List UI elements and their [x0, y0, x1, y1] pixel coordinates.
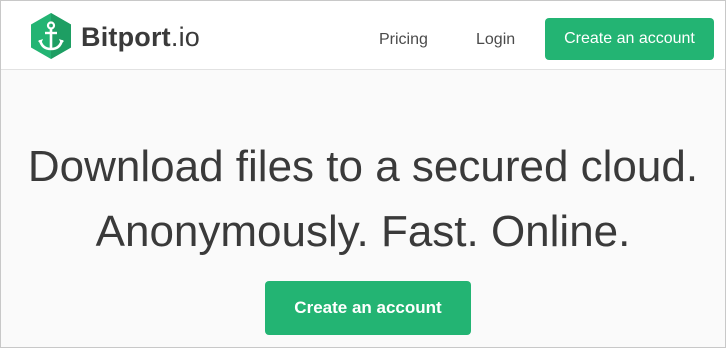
brand-name-suffix: .io — [170, 22, 201, 52]
brand-name-bold: Bitport — [81, 22, 171, 52]
anchor-icon[interactable] — [29, 12, 73, 60]
nav-login-link[interactable]: Login — [476, 29, 515, 51]
hero-headline-line2: Anonymously. Fast. Online. — [95, 207, 631, 256]
hero-headline-line1: Download files to a secured cloud. — [27, 142, 699, 191]
create-account-button-header[interactable]: Create an account — [545, 18, 714, 60]
nav-pricing-link[interactable]: Pricing — [379, 29, 428, 51]
brand-name[interactable]: Bitport.io — [81, 20, 200, 54]
top-navbar: Bitport.io Pricing Login Create an accou… — [1, 1, 725, 70]
page-frame: Bitport.io Pricing Login Create an accou… — [0, 0, 726, 348]
create-account-button-hero[interactable]: Create an account — [265, 281, 471, 335]
